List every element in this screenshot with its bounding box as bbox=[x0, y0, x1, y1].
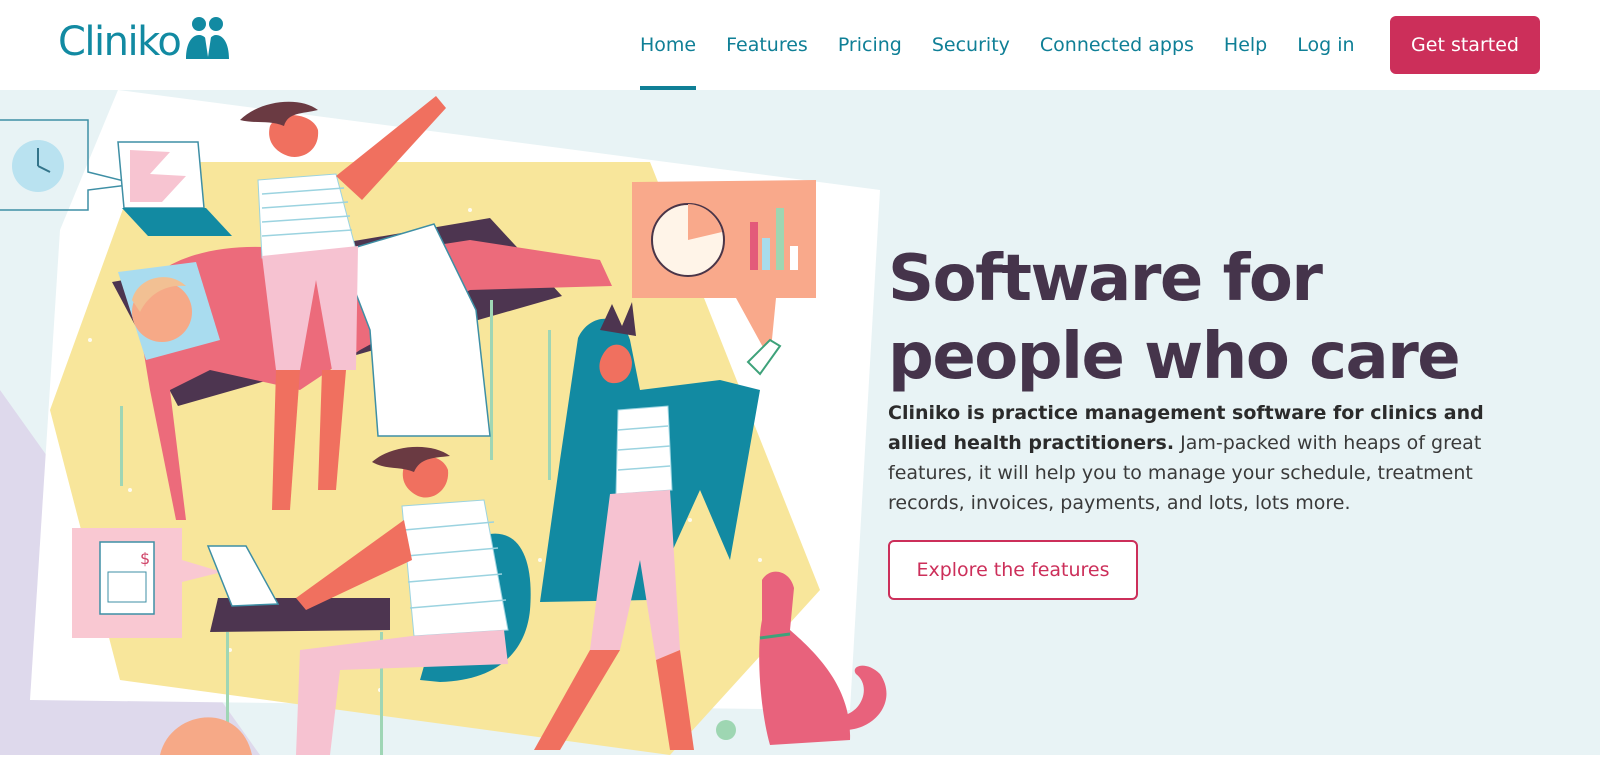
cliniko-logo[interactable]: Cliniko bbox=[58, 14, 234, 70]
top-navigation-bar: Cliniko Home Features Pricing Security C… bbox=[0, 0, 1600, 90]
logo-wordmark: Cliniko bbox=[58, 19, 182, 65]
nav-home[interactable]: Home bbox=[640, 0, 697, 90]
hero-headline: Software for people who care bbox=[888, 242, 1461, 394]
two-people-logo-icon bbox=[186, 17, 230, 59]
nav-features[interactable]: Features bbox=[726, 0, 808, 90]
hero-illustration: $ bbox=[0, 90, 887, 755]
main-nav: Home Features Pricing Security Connected… bbox=[640, 0, 1355, 90]
hero-bottom-edge bbox=[0, 755, 1600, 763]
nav-pricing[interactable]: Pricing bbox=[838, 0, 902, 90]
nav-help[interactable]: Help bbox=[1224, 0, 1267, 90]
svg-text:$: $ bbox=[140, 549, 150, 568]
nav-security[interactable]: Security bbox=[932, 0, 1010, 90]
hero-intro: Cliniko is practice management software … bbox=[888, 398, 1528, 518]
nav-log-in[interactable]: Log in bbox=[1297, 0, 1354, 90]
explore-features-button[interactable]: Explore the features bbox=[888, 540, 1138, 600]
nav-connected-apps[interactable]: Connected apps bbox=[1040, 0, 1194, 90]
get-started-button[interactable]: Get started bbox=[1390, 16, 1540, 74]
